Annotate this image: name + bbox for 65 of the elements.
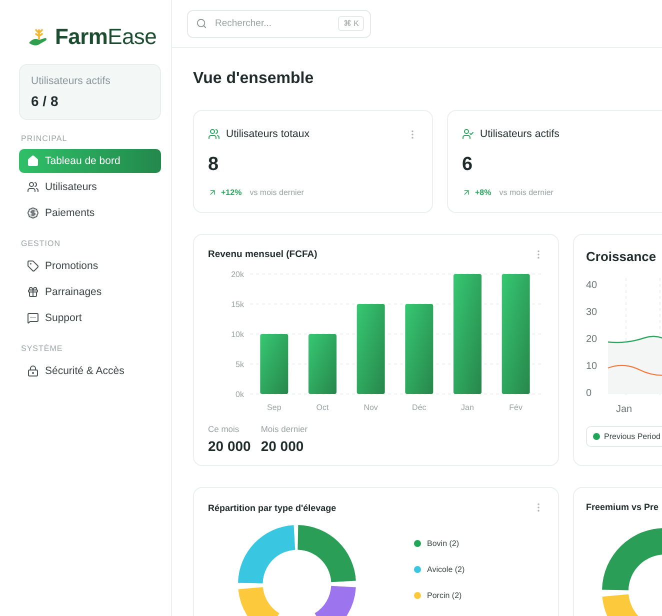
legend-label: Previous Period xyxy=(604,432,660,441)
total-label: Mois dernier xyxy=(260,424,308,434)
stat-title: Utilisateurs totaux xyxy=(226,128,310,140)
axis-tick-label: 20 xyxy=(586,334,598,345)
total-value: 20 000 xyxy=(208,438,251,454)
legend-label: Bovin (2) xyxy=(427,539,460,548)
nav-section-label: SYSTÈME xyxy=(21,344,64,353)
chart-title: Répartition par type d'élevage xyxy=(208,502,338,512)
chart-title: Revenu mensuel (FCFA) xyxy=(208,249,318,260)
nav-item[interactable]: Parrainages xyxy=(19,280,161,304)
axis-tick-label: 0k xyxy=(236,390,244,399)
trend-up-icon xyxy=(208,188,217,197)
revenue-bar xyxy=(308,334,336,394)
nav-item-icon xyxy=(27,312,39,324)
nav-item-icon xyxy=(27,286,39,298)
legend-label: Porcin (2) xyxy=(427,591,462,600)
total-label: Ce mois xyxy=(208,424,240,434)
axis-tick-label: 0 xyxy=(586,388,592,399)
axis-tick-label: 10 xyxy=(586,361,598,372)
brand-name: FarmEase xyxy=(55,24,157,50)
chart-title: Freemium vs Pre xyxy=(586,502,660,512)
axis-category-label: Jan xyxy=(461,403,474,412)
nav-item-icon xyxy=(27,181,39,193)
trend-up-icon xyxy=(462,188,471,197)
axis-tick-label: 30 xyxy=(586,307,598,318)
axis-tick-label: 10k xyxy=(231,330,244,339)
stat-note: vs mois dernier xyxy=(499,188,554,197)
legend-label: Avicole (2) xyxy=(427,565,465,574)
nav-item-icon xyxy=(27,155,39,167)
nav-section-label: GESTION xyxy=(21,239,62,248)
stat-change: +8% xyxy=(475,188,492,197)
axis-category-label: Fév xyxy=(509,403,522,412)
stat-value: 6 xyxy=(462,154,474,176)
search-icon xyxy=(196,18,207,29)
axis-category-label: Jan xyxy=(616,404,632,415)
axis-tick-label: 40 xyxy=(586,280,598,291)
summary-value: 6 / 8 xyxy=(31,93,60,109)
axis-category-label: Nov xyxy=(364,403,378,412)
stat-note: vs mois dernier xyxy=(250,188,304,197)
nav-item[interactable]: Sécurité & Accès xyxy=(19,359,161,383)
nav-item-icon xyxy=(27,365,39,377)
chart-title: Croissance xyxy=(586,249,658,264)
nav-item[interactable]: Support xyxy=(19,306,161,330)
previous-line xyxy=(608,364,662,376)
axis-tick-label: 15k xyxy=(231,300,244,309)
revenue-bar xyxy=(260,334,288,394)
axis-category-label: Sep xyxy=(267,403,282,412)
summary-label: Utilisateurs actifs xyxy=(31,75,112,87)
nav-item[interactable]: Utilisateurs xyxy=(19,175,161,199)
total-value: 20 000 xyxy=(260,438,305,454)
stat-value: 8 xyxy=(208,154,220,176)
axis-tick-label: 20k xyxy=(231,270,244,279)
axis-category-label: Déc xyxy=(412,403,426,412)
nav-item-icon xyxy=(27,260,39,272)
axis-category-label: Oct xyxy=(316,403,329,412)
nav-item[interactable]: Paiements xyxy=(19,201,161,225)
nav-item-icon xyxy=(27,207,39,219)
page-title: Vue d'ensemble xyxy=(193,70,315,88)
stat-title: Utilisateurs actifs xyxy=(480,128,560,140)
stat-change: +12% xyxy=(221,188,242,197)
nav-item[interactable]: Promotions xyxy=(19,254,161,278)
nav-section-label: PRINCIPAL xyxy=(21,134,68,143)
search-input[interactable]: Rechercher... xyxy=(213,17,332,30)
axis-tick-label: 5k xyxy=(236,360,244,369)
shortcut-hint: ⌘ K xyxy=(338,16,364,31)
